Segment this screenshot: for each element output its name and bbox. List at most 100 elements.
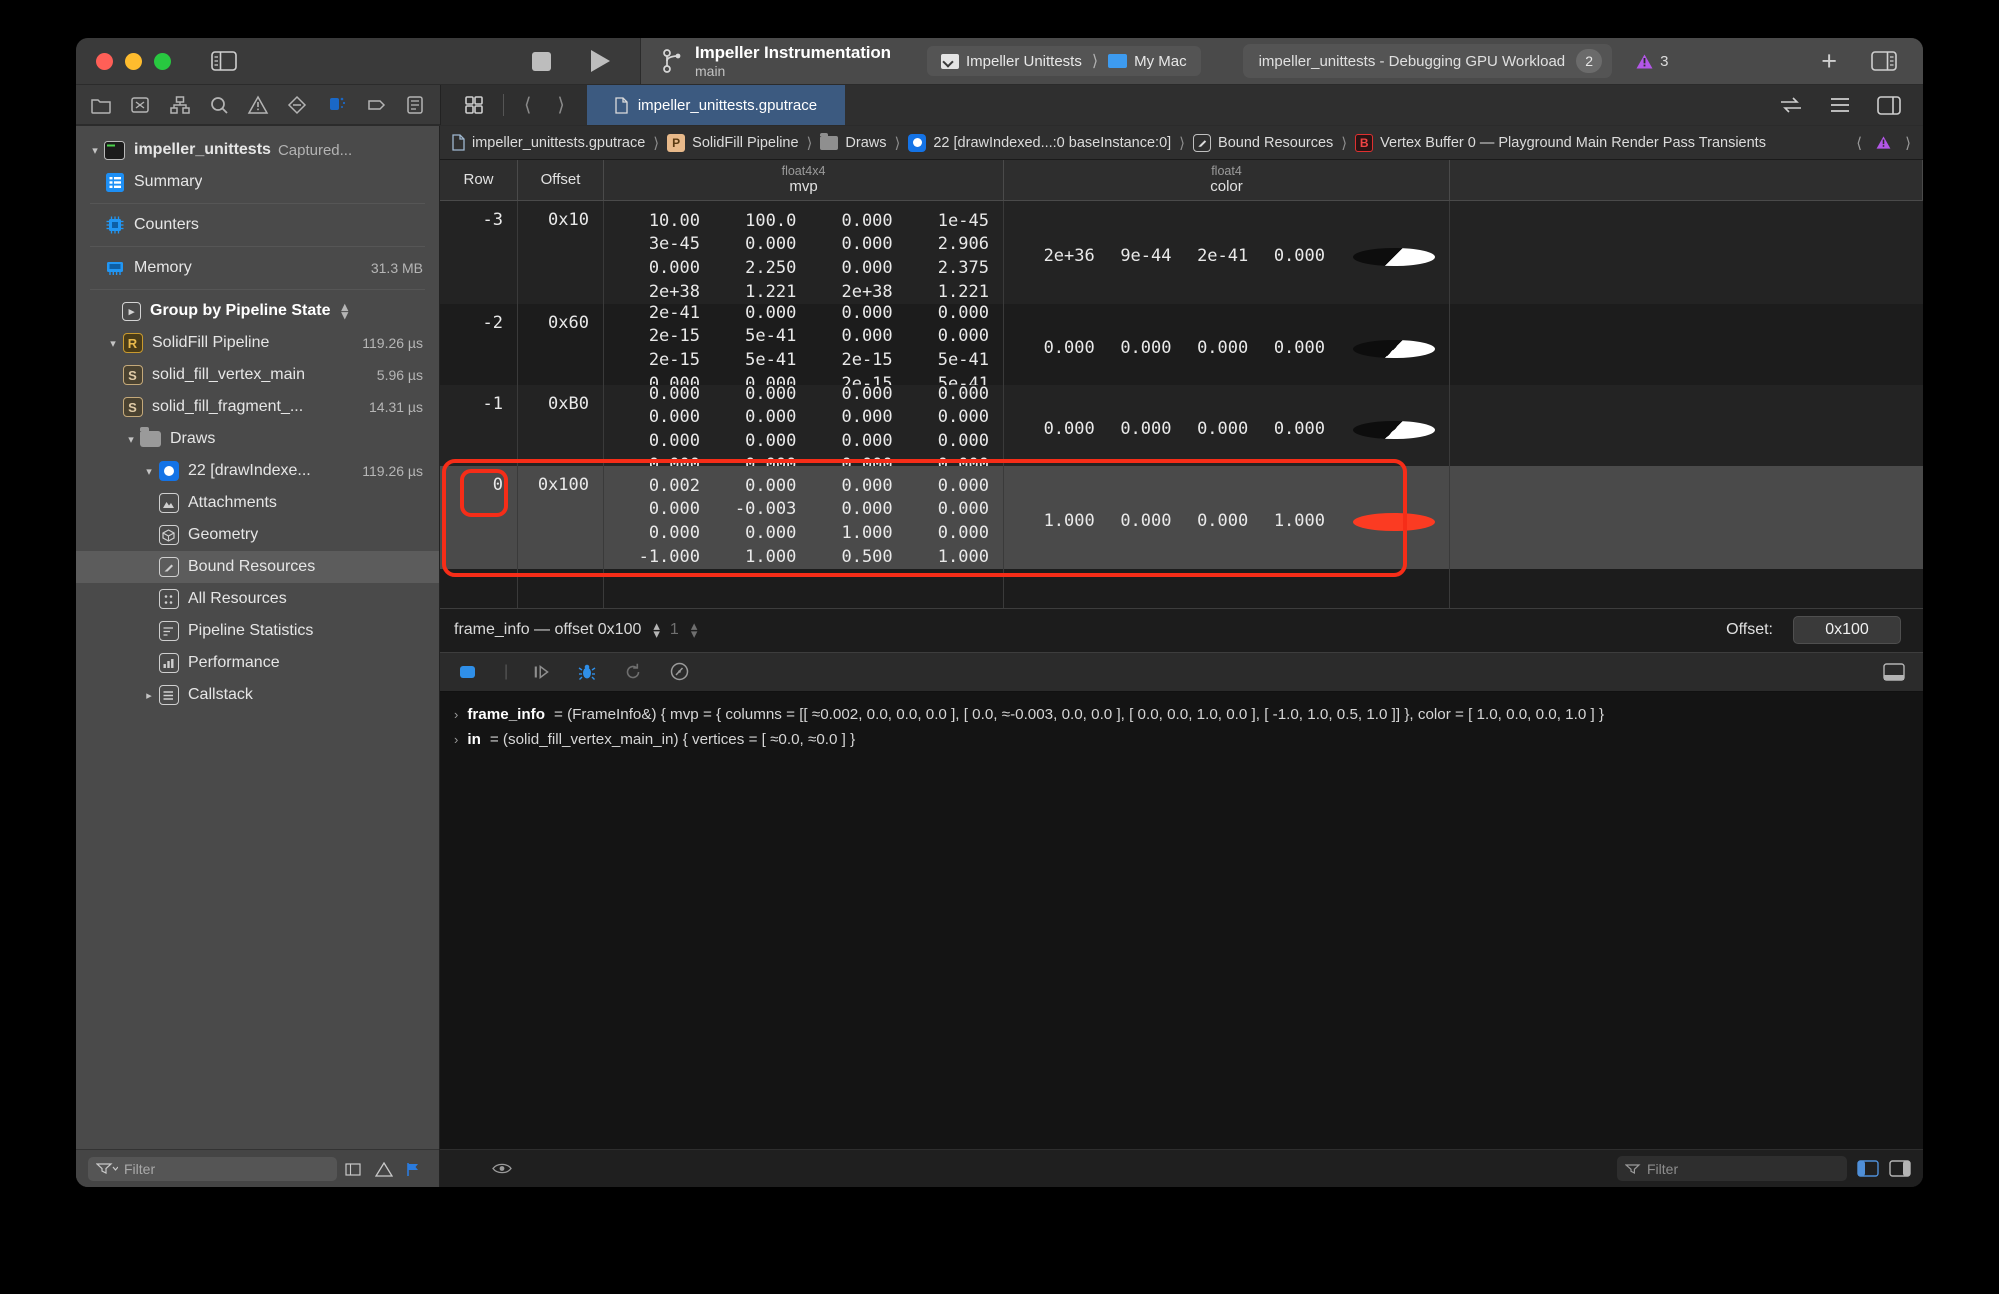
- filter-flag-icon[interactable]: [405, 1162, 427, 1176]
- scheme-selector[interactable]: Impeller Instrumentation main: [695, 43, 891, 79]
- sidebar-item-geometry[interactable]: Geometry: [76, 519, 439, 551]
- navigator-filter-placeholder: Filter: [124, 1160, 156, 1177]
- breadcrumb-item-draws[interactable]: Draws: [820, 132, 887, 151]
- disclosure-open-icon[interactable]: ▾: [122, 433, 140, 446]
- filter-warnings-icon[interactable]: [375, 1161, 397, 1177]
- index-stepper-icon[interactable]: ▴ ▾: [691, 619, 698, 640]
- warnings-indicator[interactable]: 3: [1636, 53, 1668, 70]
- close-window-button[interactable]: [96, 52, 113, 70]
- disclosure-open-icon[interactable]: ▾: [140, 465, 158, 478]
- breadcrumb-item-bound-resources[interactable]: Bound Resources: [1193, 133, 1333, 152]
- refresh-icon[interactable]: [624, 663, 646, 681]
- performance-gauge-icon[interactable]: [670, 662, 692, 681]
- toggle-console-right-icon[interactable]: [1889, 1160, 1911, 1177]
- navigator-filter-field[interactable]: Filter: [88, 1156, 337, 1181]
- sidebar-item-root[interactable]: ▾ impeller_unittests Captured...: [76, 134, 439, 166]
- minimize-window-button[interactable]: [125, 52, 142, 70]
- table-row[interactable]: -3 0x10 10.00 100.0 0.000 1e-45 3e-45 0.000 0…: [440, 201, 1923, 304]
- filter-scope-icon[interactable]: [345, 1162, 367, 1176]
- source-control-navigator-icon[interactable]: [129, 94, 151, 116]
- sidebar-item-vertex-shader[interactable]: S solid_fill_vertex_main 5.96 µs: [76, 359, 439, 391]
- hierarchy-navigator-icon[interactable]: [169, 94, 191, 116]
- breadcrumb-item-vertex-buffer[interactable]: B Vertex Buffer 0 — Playground Main Rend…: [1355, 133, 1766, 152]
- table-row[interactable]: -2 0x60 2e-41 0.000 0.000 0.000 2e-15 5e-41 0…: [440, 303, 1923, 394]
- sidebar-item-bound-resources[interactable]: Bound Resources: [76, 551, 439, 583]
- show-hide-icon[interactable]: [492, 1162, 512, 1175]
- view-debugger-bug-icon[interactable]: [578, 663, 600, 681]
- column-header-row[interactable]: Row: [440, 160, 518, 200]
- sidebar-item-memory[interactable]: Memory 31.3 MB: [76, 252, 439, 284]
- editor-tab-gputrace[interactable]: impeller_unittests.gputrace: [586, 85, 846, 125]
- traffic-lights[interactable]: [96, 52, 171, 70]
- disclosure-closed-icon[interactable]: ›: [454, 704, 458, 725]
- sidebar-item-all-resources[interactable]: All Resources: [76, 583, 439, 615]
- console-line[interactable]: › frame_info = (FrameInfo&) { mvp = { co…: [454, 702, 1909, 727]
- compare-versions-icon[interactable]: [1779, 96, 1803, 114]
- maximize-window-button[interactable]: [154, 52, 171, 70]
- run-button[interactable]: [591, 50, 610, 72]
- project-navigator-icon[interactable]: [90, 94, 112, 116]
- sidebar-item-counters[interactable]: Counters: [76, 209, 439, 241]
- step-over-icon[interactable]: [532, 663, 554, 681]
- list-view-icon[interactable]: [1829, 96, 1851, 114]
- chevron-updown-icon[interactable]: ▴ ▾: [341, 300, 348, 321]
- column-header-mvp[interactable]: float4x4 mvp: [604, 160, 1004, 200]
- sidebar-item-draws[interactable]: ▾ Draws: [76, 423, 439, 455]
- sidebar-item-fragment-shader[interactable]: S solid_fill_fragment_... 14.31 µs: [76, 391, 439, 423]
- toggle-editor-inspector-icon[interactable]: [1877, 95, 1901, 115]
- activity-status[interactable]: impeller_unittests - Debugging GPU Workl…: [1242, 44, 1613, 78]
- sidebar-item-summary[interactable]: Summary: [76, 166, 439, 198]
- toggle-console-left-icon[interactable]: [1857, 1160, 1879, 1177]
- console-filter-field[interactable]: Filter: [1617, 1156, 1847, 1181]
- sidebar-item-pipeline-statistics[interactable]: Pipeline Statistics: [76, 615, 439, 647]
- sidebar-item-callstack[interactable]: ▸ Callstack: [76, 679, 439, 711]
- back-chevron-icon[interactable]: ⟨: [524, 94, 531, 117]
- search-navigator-icon[interactable]: [208, 94, 230, 116]
- breadcrumb-nav-controls[interactable]: ⟨ ⟩: [1844, 134, 1911, 152]
- editor-history-nav[interactable]: ⟨ ⟩: [524, 94, 565, 117]
- toggle-navigator-icon[interactable]: [211, 51, 237, 71]
- disclosure-closed-icon[interactable]: ▸: [140, 689, 158, 702]
- console-line[interactable]: › in = (solid_fill_vertex_main_in) { ver…: [454, 727, 1909, 752]
- sidebar-item-attachments[interactable]: Attachments: [76, 487, 439, 519]
- sidebar-item-label: Geometry: [188, 526, 259, 543]
- issue-navigator-icon[interactable]: [247, 94, 269, 116]
- next-issue-icon[interactable]: ⟩: [1905, 134, 1911, 152]
- table-row[interactable]: -1 0xB0 0.000 0.000 0.000 0.000 0.000 0.000 0…: [440, 383, 1923, 475]
- cell-offset: 0x10: [518, 201, 604, 304]
- debug-navigator-icon[interactable]: [326, 94, 348, 116]
- forward-chevron-icon[interactable]: ⟩: [557, 94, 564, 117]
- editor-options-icon[interactable]: [463, 94, 485, 116]
- breadcrumb-item-trace[interactable]: impeller_unittests.gputrace: [452, 134, 645, 151]
- stop-button[interactable]: [532, 51, 551, 71]
- disclosure-open-icon[interactable]: ▾: [86, 144, 104, 157]
- offset-input[interactable]: 0x100: [1793, 616, 1901, 644]
- struct-stepper-icon[interactable]: ▴ ▾: [653, 619, 660, 640]
- report-navigator-icon[interactable]: [404, 94, 426, 116]
- filter-funnel-icon[interactable]: [96, 1162, 118, 1175]
- warning-triangle-icon[interactable]: [1876, 136, 1891, 149]
- sidebar-item-performance[interactable]: Performance: [76, 647, 439, 679]
- add-editor-button[interactable]: +: [1821, 47, 1837, 75]
- table-row-selected[interactable]: 0 0x100 0.002 0.000 0.000 0.000 0.000 -0.003…: [440, 466, 1923, 569]
- sidebar-item-draw-22[interactable]: ▾ 22 [drawIndexe... 119.26 µs: [76, 455, 439, 487]
- matrix-value: 100.0: [745, 210, 797, 231]
- disclosure-closed-icon[interactable]: ›: [454, 729, 458, 750]
- breakpoint-navigator-icon[interactable]: [365, 94, 387, 116]
- matrix-value: 0.000: [841, 475, 893, 496]
- column-header-offset[interactable]: Offset: [518, 160, 604, 200]
- filter-funnel-icon[interactable]: [1625, 1163, 1641, 1175]
- group-by-selector[interactable]: ▸ Group by Pipeline State ▴ ▾: [76, 295, 439, 327]
- breadcrumb-item-draw-call[interactable]: 22 [drawIndexed...:0 baseInstance:0]: [908, 133, 1171, 152]
- disclosure-open-icon[interactable]: ▾: [104, 337, 122, 350]
- sidebar-item-solidfill-pipeline[interactable]: ▾ R SolidFill Pipeline 119.26 µs: [76, 327, 439, 359]
- test-navigator-icon[interactable]: [286, 94, 308, 116]
- toggle-inspector-icon[interactable]: [1871, 51, 1897, 71]
- column-header-color[interactable]: float4 color: [1004, 160, 1450, 200]
- destination-selector[interactable]: Impeller Unittests ⟩ My Mac: [926, 46, 1201, 76]
- previous-issue-icon[interactable]: ⟨: [1856, 134, 1862, 152]
- toggle-variables-view-icon[interactable]: [1883, 662, 1905, 681]
- continue-pause-icon[interactable]: [458, 663, 480, 681]
- breadcrumb-item-pipeline[interactable]: P SolidFill Pipeline: [667, 133, 799, 152]
- matrix-value: 0.000: [648, 383, 700, 404]
